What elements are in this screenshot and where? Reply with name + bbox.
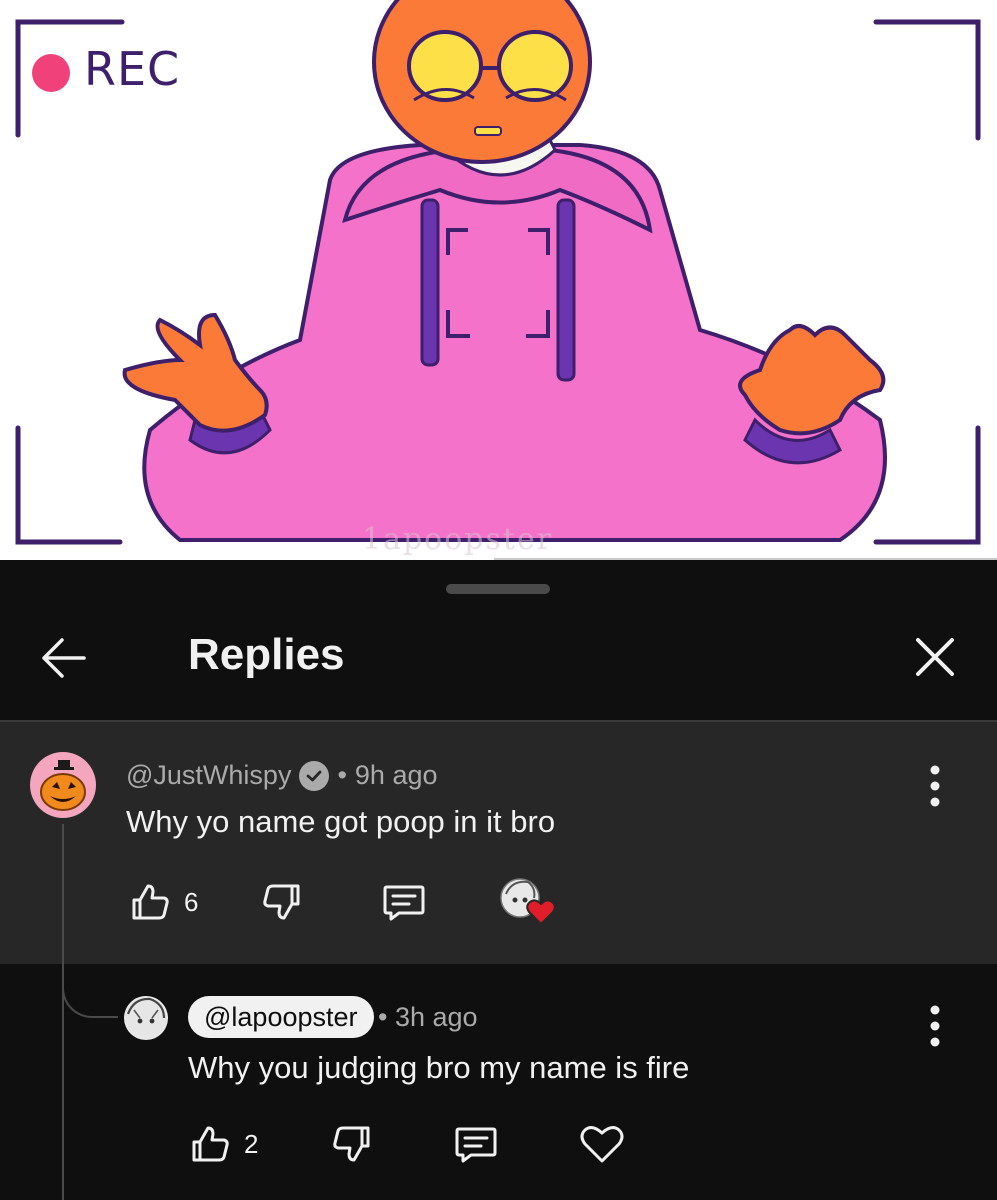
arrow-left-icon [42,638,86,678]
comment-actions: 6 [122,874,557,930]
comment-time[interactable]: 9h ago [355,760,438,791]
more-vertical-icon [930,765,940,807]
record-dot-icon [32,54,70,92]
thumbs-down-icon [333,1126,370,1162]
thumbs-up-icon [132,884,169,920]
heart-filled-icon [526,899,557,926]
meta-separator: • [378,1002,388,1032]
comment-menu-button[interactable] [920,758,950,814]
reply-author-chip[interactable]: @lapoopster [188,996,374,1038]
reply-time-value[interactable]: 3h ago [395,1002,478,1032]
like-button[interactable] [122,874,178,930]
reply-menu-button[interactable] [920,998,950,1054]
dislike-button[interactable] [324,1116,380,1172]
heart-outline-icon [580,1126,624,1163]
avatar[interactable] [124,996,168,1040]
sheet-header: Replies [0,602,997,722]
replies-sheet: Replies @JustWhispy • 9h ago Why yo name… [0,562,997,1200]
heart-button[interactable] [574,1116,630,1172]
reply-button[interactable] [448,1116,504,1172]
reply-text: Why you judging bro my name is fire [188,1050,690,1085]
drag-handle[interactable] [446,584,550,594]
comment-icon [383,885,425,921]
more-vertical-icon [930,1005,940,1047]
page-title: Replies [188,630,345,679]
like-count: 6 [184,886,199,917]
creator-heart [498,874,557,930]
video-watermark: 1apoopster [362,522,554,557]
comment-author[interactable]: @JustWhispy [126,760,291,791]
parent-comment: @JustWhispy • 9h ago Why yo name got poo… [0,722,997,964]
thread-line [62,824,64,1200]
meta-separator: • [337,760,347,790]
verified-icon [299,760,330,791]
reply-comment: @lapoopster • 3h ago Why you judging bro… [0,964,997,1200]
video-progress-bar[interactable] [0,558,997,560]
thumbs-down-icon [263,884,300,920]
close-icon [916,638,954,676]
like-count: 2 [244,1128,259,1159]
reply-button[interactable] [376,874,432,930]
rec-label: REC [84,42,181,96]
comment-meta: @JustWhispy • 9h ago [126,760,438,791]
comment-icon [455,1127,497,1163]
like-button[interactable] [182,1116,238,1172]
jack-o-lantern-icon [40,760,86,811]
comment-text: Why yo name got poop in it bro [126,804,556,839]
video-player[interactable]: REC 1apoopster [0,0,997,560]
close-button[interactable] [910,632,960,682]
thumbs-up-icon [192,1126,229,1162]
thread-connector [62,960,118,1018]
back-button[interactable] [36,630,92,686]
dislike-button[interactable] [254,874,310,930]
anime-avatar-icon [125,997,167,1039]
video-progress-fill [0,558,494,560]
reply-actions: 2 [182,1116,630,1172]
reply-time: • 3h ago [378,1002,478,1033]
avatar[interactable] [30,752,96,818]
